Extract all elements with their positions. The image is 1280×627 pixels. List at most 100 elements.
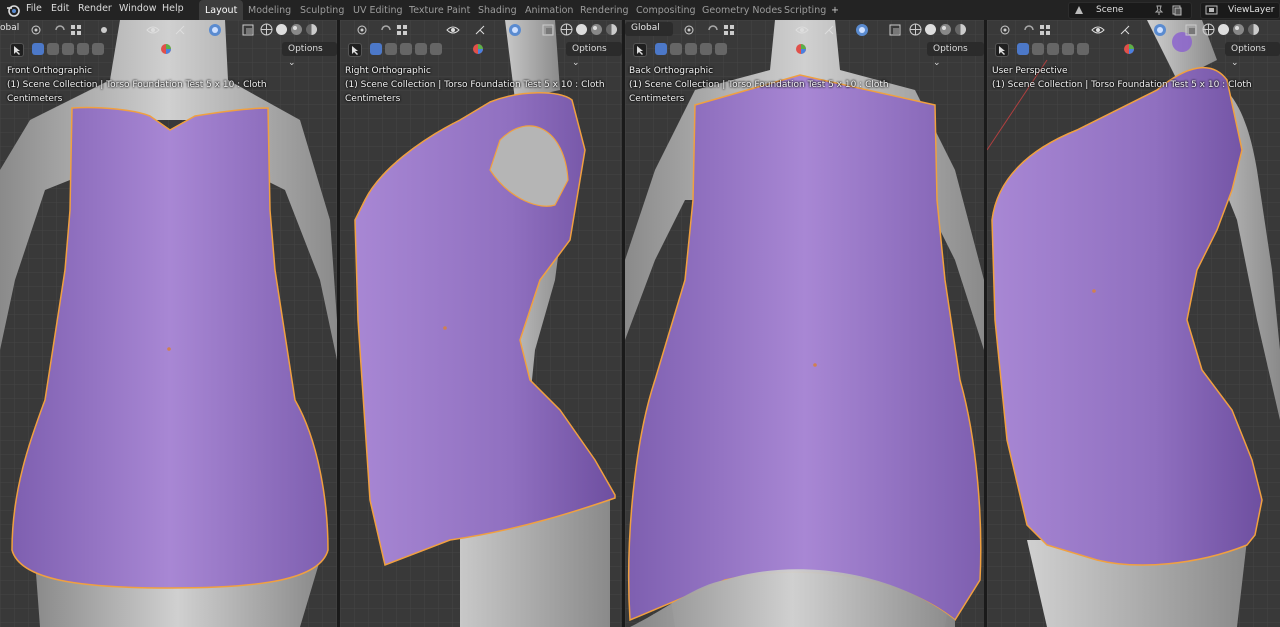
material-preview-icon[interactable] [795,43,807,55]
visibility-icon[interactable] [446,24,460,36]
orientation-label[interactable]: obal [0,23,19,33]
shading-wireframe-icon[interactable] [909,23,922,36]
shading-rendered-icon[interactable] [605,23,617,35]
viewport-user-perspective[interactable]: Options ⌄ User Perspective (1) Scene Col… [987,20,1280,627]
select-mode-intersect-icon[interactable] [1077,43,1089,55]
xray-icon[interactable] [1185,24,1197,36]
select-mode-invert-icon[interactable] [415,43,427,55]
visibility-icon[interactable] [1091,24,1105,36]
options-button[interactable]: Options ⌄ [1225,42,1280,68]
select-mode-subtract-icon[interactable] [685,43,697,55]
gizmo-icon[interactable] [174,24,186,36]
tab-geometry-nodes[interactable]: Geometry Nodes [696,0,788,20]
material-preview-icon[interactable] [160,43,172,55]
viewport-front[interactable]: obal Options ⌄ Front Orthographic (1) Sc… [0,20,337,627]
select-mode-intersect-icon[interactable] [715,43,727,55]
shading-rendered-icon[interactable] [954,23,966,35]
select-mode-invert-icon[interactable] [700,43,712,55]
select-mode-extend-icon[interactable] [385,43,397,55]
shading-material-icon[interactable] [939,23,951,35]
shading-wireframe-icon[interactable] [260,23,273,36]
viewport-right[interactable]: Options ⌄ Right Orthographic (1) Scene C… [340,20,622,627]
snap-grid-icon[interactable] [723,24,735,36]
gizmo-icon[interactable] [474,24,486,36]
menu-edit[interactable]: Edit [51,3,69,14]
select-mode-new-icon[interactable] [370,43,382,55]
menu-file[interactable]: File [26,3,42,14]
visibility-icon[interactable] [146,24,160,36]
blender-logo-icon[interactable] [6,3,20,17]
select-tool-icon[interactable] [10,43,24,57]
pin-icon[interactable] [1153,4,1165,16]
transform-pivot-icon[interactable] [683,24,695,36]
select-mode-extend-icon[interactable] [1032,43,1044,55]
shading-rendered-icon[interactable] [1247,23,1259,35]
select-mode-intersect-icon[interactable] [92,43,104,55]
select-mode-extend-icon[interactable] [670,43,682,55]
select-mode-invert-icon[interactable] [1062,43,1074,55]
tab-shading[interactable]: Shading [472,0,523,20]
xray-icon[interactable] [889,24,901,36]
options-button[interactable]: Options ⌄ [282,42,337,68]
tab-animation[interactable]: Animation [519,0,579,20]
shading-wireframe-icon[interactable] [560,23,573,36]
shading-material-icon[interactable] [1232,23,1244,35]
transform-pivot-icon[interactable] [30,24,42,36]
select-mode-subtract-icon[interactable] [400,43,412,55]
snap-icon[interactable] [380,24,392,36]
shading-material-icon[interactable] [290,23,302,35]
overlay-icon[interactable] [508,23,521,36]
shading-solid-icon[interactable] [275,23,287,35]
transform-pivot-icon[interactable] [999,24,1011,36]
select-tool-icon[interactable] [995,43,1009,57]
tab-compositing[interactable]: Compositing [630,0,702,20]
tab-sculpting[interactable]: Sculpting [294,0,350,20]
xray-icon[interactable] [242,24,254,36]
menu-window[interactable]: Window [119,3,156,14]
select-mode-new-icon[interactable] [655,43,667,55]
proportional-edit-icon[interactable] [98,24,110,36]
overlay-icon[interactable] [1153,23,1166,36]
material-preview-icon[interactable] [1123,43,1135,55]
select-tool-icon[interactable] [348,43,362,57]
snap-grid-icon[interactable] [1039,24,1051,36]
gizmo-icon[interactable] [823,24,835,36]
select-mode-intersect-icon[interactable] [430,43,442,55]
shading-rendered-icon[interactable] [305,23,317,35]
snap-grid-icon[interactable] [70,24,82,36]
transform-pivot-icon[interactable] [356,24,368,36]
material-preview-icon[interactable] [472,43,484,55]
overlay-icon[interactable] [208,23,221,36]
menu-help[interactable]: Help [162,3,184,14]
overlay-icon[interactable] [855,23,868,36]
xray-icon[interactable] [542,24,554,36]
snap-icon[interactable] [707,24,719,36]
orientation-label[interactable]: Global [625,22,673,36]
select-mode-invert-icon[interactable] [77,43,89,55]
viewport-back[interactable]: Global Options ⌄ Back Orthographic (1) S… [625,20,984,627]
add-workspace-button[interactable]: + [825,0,845,20]
tab-uv-editing[interactable]: UV Editing [347,0,409,20]
gizmo-icon[interactable] [1119,24,1131,36]
tab-texture-paint[interactable]: Texture Paint [403,0,476,20]
tab-modeling[interactable]: Modeling [242,0,297,20]
options-button[interactable]: Options ⌄ [566,42,622,68]
tab-rendering[interactable]: Rendering [574,0,635,20]
view-layer-selector[interactable]: ViewLayer [1200,2,1280,19]
select-mode-subtract-icon[interactable] [62,43,74,55]
shading-material-icon[interactable] [590,23,602,35]
shading-wireframe-icon[interactable] [1202,23,1215,36]
scene-selector[interactable]: Scene [1068,2,1192,19]
tab-layout[interactable]: Layout [199,0,244,20]
shading-solid-icon[interactable] [1217,23,1229,35]
visibility-icon[interactable] [795,24,809,36]
shading-solid-icon[interactable] [924,23,936,35]
select-mode-new-icon[interactable] [1017,43,1029,55]
select-mode-new-icon[interactable] [32,43,44,55]
select-mode-extend-icon[interactable] [47,43,59,55]
options-button[interactable]: Options ⌄ [927,42,984,68]
snap-icon[interactable] [1023,24,1035,36]
select-tool-icon[interactable] [633,43,647,57]
snap-icon[interactable] [54,24,66,36]
copy-icon[interactable] [1171,4,1183,16]
